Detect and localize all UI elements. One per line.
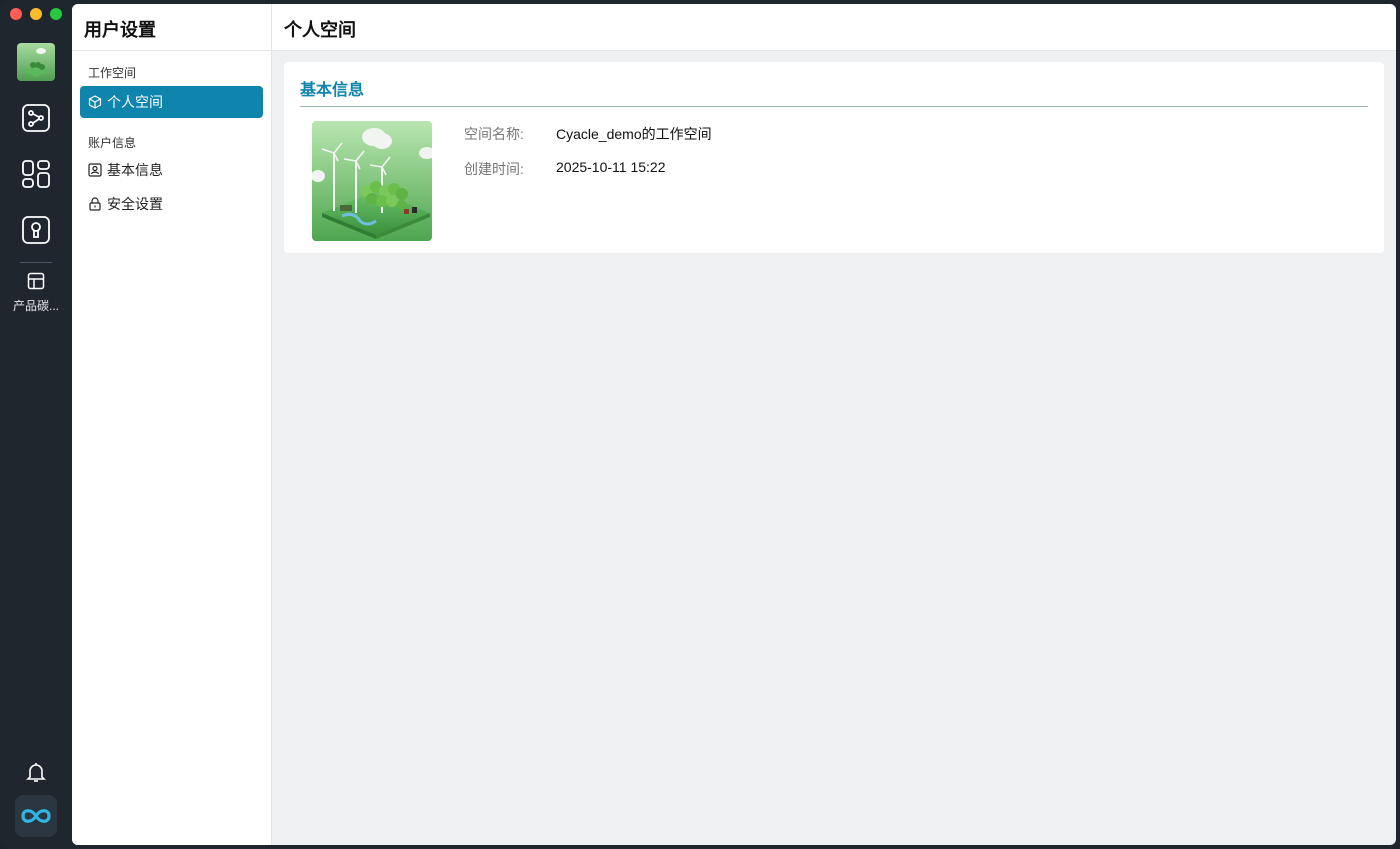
section-label-account: 账户信息 [88,136,137,150]
sidebar-item-label: 个人空间 [107,94,163,110]
field-label: 创建时间: [464,161,524,177]
sidebar-item-security[interactable]: 安全设置 [80,188,263,220]
field-value: Cyacle_demo的工作空间 [556,126,712,142]
content-panel: 用户设置 工作空间 个人空间 账户信息 基本信息 安全设置 个人空间 基本信息 … [72,4,1396,845]
sidebar-item-label: 安全设置 [107,196,163,212]
sidebar-item-label: 基本信息 [107,162,163,178]
card-title: 基本信息 [300,82,365,99]
rail-divider [20,262,52,263]
basic-info-card: 基本信息 空间名称: Cyacle_demo的工作空间 创建时间: 2025-1… [284,62,1384,253]
cube-icon [88,95,102,109]
infinity-logo-icon[interactable] [15,795,57,837]
table-icon [27,272,45,290]
page-title: 个人空间 [272,4,1396,51]
apps-grid-icon[interactable] [20,158,52,190]
field-label: 空间名称: [464,126,524,142]
lock-icon [89,197,101,211]
keyhole-icon[interactable] [20,214,52,246]
rail-item-label: 产品碳... [12,299,59,313]
bell-icon[interactable] [24,760,48,784]
info-row-space-name: 空间名称: Cyacle_demo的工作空间 [464,124,712,144]
sidebar-title: 用户设置 [72,4,271,51]
field-value: 2025-10-11 15:22 [556,159,666,175]
app-window: 产品碳... 用户设置 工作空间 个人空间 账户信息 基本信息 安全设置 个人空… [0,0,1400,849]
settings-sidebar: 用户设置 工作空间 个人空间 账户信息 基本信息 安全设置 [72,4,272,845]
card-divider [300,106,1368,107]
workflow-icon[interactable] [20,102,52,134]
user-card-icon [88,163,102,177]
info-row-created-time: 创建时间: 2025-10-11 15:22 [464,159,666,179]
sidebar-item-basic-info[interactable]: 基本信息 [80,154,263,186]
nav-rail: 产品碳... [0,0,72,849]
section-label-workspace: 工作空间 [88,66,137,80]
workspace-avatar[interactable] [17,43,55,81]
sidebar-item-personal-space[interactable]: 个人空间 [80,86,263,118]
rail-item-product-carbon[interactable]: 产品碳... [0,272,72,314]
workspace-image [312,121,432,241]
